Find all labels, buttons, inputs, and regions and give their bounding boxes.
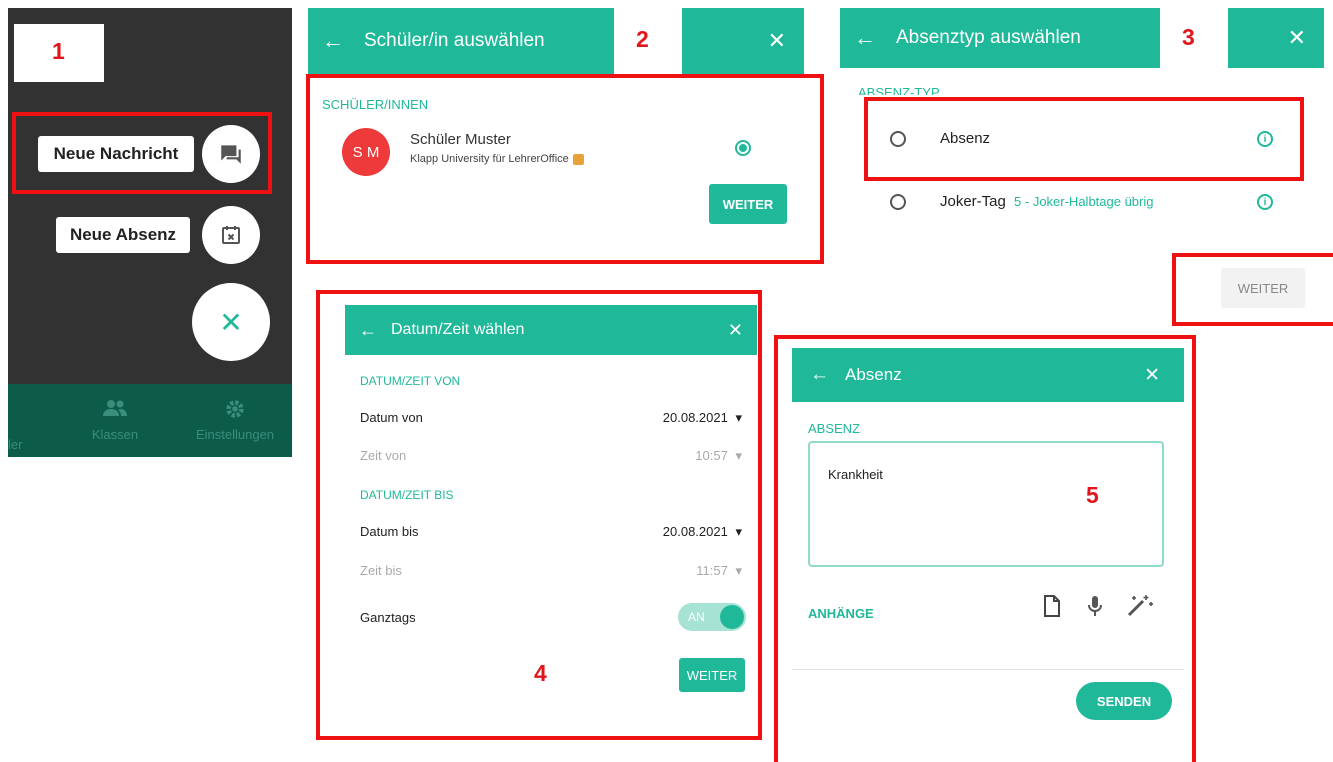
panel-5-title: Absenz: [845, 365, 902, 384]
back-icon[interactable]: ←: [359, 320, 377, 341]
step-number: 2: [636, 26, 649, 52]
absence-text-value: Krankheit: [828, 467, 883, 482]
date-to-value: 20.08.2021: [662, 524, 728, 539]
panel-4-title: Datum/Zeit wählen: [391, 321, 525, 338]
fullday-toggle[interactable]: AN: [678, 603, 746, 631]
option-joker-note: 5 - Joker-Halbtage übrig: [1014, 194, 1154, 209]
avatar: S M: [342, 128, 390, 176]
new-absence-label[interactable]: Neue Absenz: [56, 217, 190, 253]
date-from-select[interactable]: 20.08.2021 ▾: [620, 410, 742, 426]
attachments-label: ANHÄNGE: [808, 606, 874, 621]
info-icon[interactable]: i: [1257, 194, 1273, 210]
microphone-icon[interactable]: [1086, 595, 1104, 617]
option-absence-label[interactable]: Absenz: [940, 130, 990, 147]
time-to-label: Zeit bis: [360, 563, 402, 578]
date-from-label: Datum von: [360, 410, 423, 425]
step-number: 5: [1086, 482, 1099, 508]
info-icon[interactable]: i: [1257, 131, 1273, 147]
close-fab[interactable]: ✕: [192, 283, 270, 361]
back-icon[interactable]: ←: [322, 28, 344, 54]
date-from-section-title: DATUM/ZEIT VON: [360, 374, 461, 388]
absence-type-section-title: ABSENZ-TYP: [858, 85, 940, 95]
student-name: Schüler Muster: [410, 131, 511, 148]
chevron-down-icon: ▾: [735, 410, 742, 425]
date-from-value: 20.08.2021: [662, 410, 728, 425]
toggle-text: AN: [688, 610, 705, 624]
close-icon[interactable]: ✕: [1144, 364, 1160, 387]
send-button[interactable]: SENDEN: [1076, 682, 1172, 720]
absence-textarea[interactable]: Krankheit: [808, 441, 1164, 567]
back-icon[interactable]: ←: [810, 364, 829, 386]
step-number: 4: [534, 660, 547, 686]
step-number: 1: [52, 38, 65, 64]
next-button-disabled[interactable]: WEITER: [1221, 268, 1305, 308]
next-button[interactable]: WEITER: [679, 658, 745, 692]
option-joker-label[interactable]: Joker-Tag 5 - Joker-Halbtage übrig: [940, 193, 1154, 210]
nav-item-classes-label: Klassen: [91, 427, 139, 442]
panel-3-header: ← Absenztyp auswählen ✕: [840, 8, 1324, 68]
fullday-label: Ganztags: [360, 610, 416, 625]
absence-section-title: ABSENZ: [808, 421, 861, 436]
gear-icon: [226, 400, 244, 418]
date-to-select[interactable]: 20.08.2021 ▾: [620, 524, 742, 540]
time-to-select[interactable]: 11:57 ▾: [620, 563, 742, 579]
radio-joker-day[interactable]: [890, 194, 906, 210]
next-button[interactable]: WEITER: [709, 184, 787, 224]
close-icon[interactable]: ✕: [1288, 25, 1306, 51]
student-school: Klapp University für LehrerOffice: [410, 153, 569, 165]
date-to-label: Datum bis: [360, 524, 419, 539]
close-icon: ✕: [219, 306, 243, 338]
magic-wand-icon[interactable]: [1124, 593, 1154, 619]
panel-2-title: Schüler/in auswählen: [364, 30, 545, 51]
radio-absence[interactable]: [890, 131, 906, 147]
panel-3-title: Absenztyp auswählen: [896, 27, 1081, 48]
option-joker-name: Joker-Tag: [940, 193, 1006, 210]
close-icon[interactable]: ✕: [768, 28, 786, 54]
toggle-knob: [720, 605, 744, 629]
panel-1-fab-menu: 1 Neue Nachricht Neue Absenz ✕ ler Klass…: [8, 8, 292, 457]
time-from-value: 10:57: [695, 448, 728, 463]
time-from-select[interactable]: 10:57 ▾: [620, 448, 742, 464]
back-icon[interactable]: ←: [854, 25, 876, 51]
chevron-down-icon: ▾: [735, 448, 742, 463]
student-subtitle: Klapp University für LehrerOffice: [410, 153, 584, 165]
nav-item-settings[interactable]: Einstellungen: [180, 398, 290, 442]
nav-item-settings-label: Einstellungen: [195, 427, 275, 442]
school-badge-icon: [572, 153, 584, 165]
chevron-down-icon: ▾: [735, 563, 742, 578]
students-section-title: SCHÜLER/INNEN: [322, 97, 429, 112]
divider: [792, 669, 1184, 670]
calendar-x-icon: [222, 226, 240, 244]
close-icon[interactable]: ✕: [728, 320, 743, 341]
nav-item-classes[interactable]: Klassen: [80, 398, 150, 442]
new-absence-fab[interactable]: [202, 206, 260, 264]
panel-5-header: ← Absenz ✕: [792, 348, 1184, 402]
nav-item-partial[interactable]: ler: [8, 437, 22, 452]
bottom-nav: ler Klassen Einstellungen: [8, 384, 292, 457]
file-icon[interactable]: [1042, 595, 1062, 617]
chevron-down-icon: ▾: [735, 524, 742, 539]
people-icon: [103, 400, 127, 416]
student-radio-selected[interactable]: [735, 140, 751, 156]
date-to-section-title: DATUM/ZEIT BIS: [360, 488, 454, 502]
highlight-absence-option: [864, 97, 1304, 181]
time-from-label: Zeit von: [360, 448, 407, 463]
panel-2-header: ← Schüler/in auswählen ✕: [308, 8, 804, 74]
step-number: 3: [1182, 24, 1195, 50]
panel-4-header: ← Datum/Zeit wählen ✕: [345, 305, 757, 355]
time-to-value: 11:57: [696, 563, 728, 578]
highlight-new-message: [12, 112, 272, 194]
